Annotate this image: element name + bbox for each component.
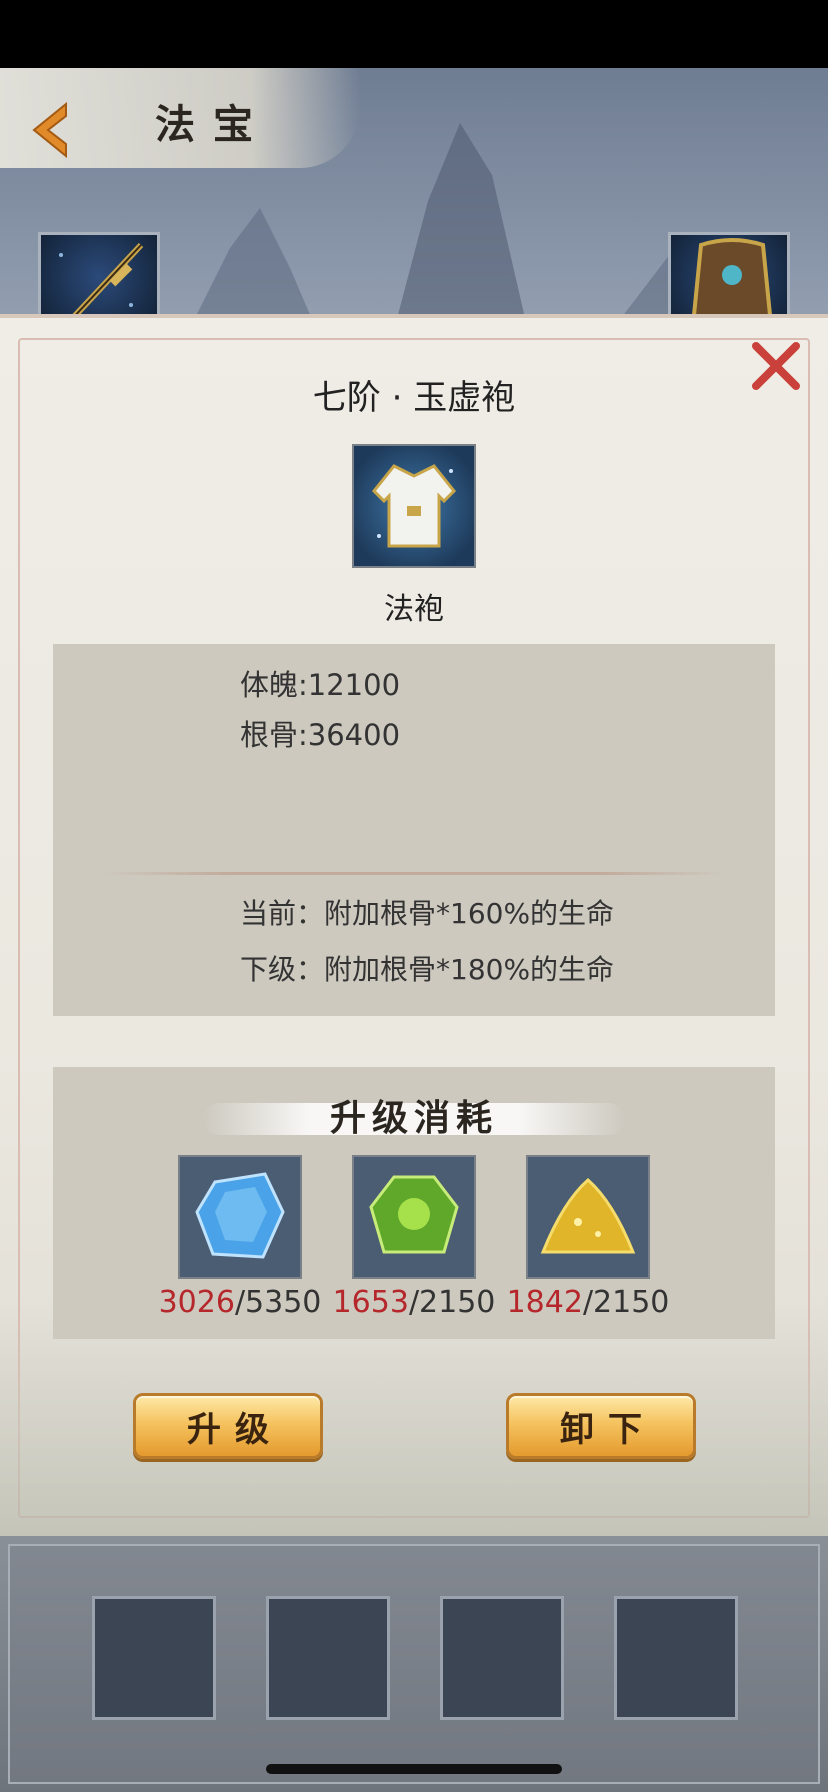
upgrade-cost-box: 升级消耗 3026/5350 1653/2150 1842/2150 bbox=[53, 1067, 775, 1339]
cost-title: 升级消耗 bbox=[329, 1097, 498, 1139]
home-indicator[interactable] bbox=[266, 1764, 562, 1774]
panel-scenery bbox=[0, 1306, 828, 1536]
material-count: 3026/5350 bbox=[140, 1285, 340, 1320]
material-need: /2150 bbox=[408, 1285, 496, 1320]
item-title: 七阶 · 玉虚袍 bbox=[312, 378, 516, 418]
material-have: 1653 bbox=[332, 1285, 409, 1320]
material-need: /5350 bbox=[234, 1285, 322, 1320]
material-slot[interactable] bbox=[352, 1155, 476, 1279]
material-need: /2150 bbox=[582, 1285, 670, 1320]
material-slot[interactable] bbox=[178, 1155, 302, 1279]
equipment-slot-sword[interactable] bbox=[38, 232, 160, 322]
material-have: 3026 bbox=[158, 1285, 235, 1320]
blue-crystal-icon bbox=[195, 1172, 285, 1259]
inventory-slot[interactable] bbox=[614, 1596, 738, 1720]
inventory-area bbox=[0, 1536, 828, 1792]
item-icon-slot[interactable] bbox=[352, 444, 476, 568]
material-slot[interactable] bbox=[526, 1155, 650, 1279]
stat-line: 体魄:12100 bbox=[240, 668, 401, 702]
equipment-slot-shield[interactable] bbox=[668, 232, 790, 322]
sword-icon bbox=[59, 242, 144, 319]
inventory-slot[interactable] bbox=[92, 1596, 216, 1720]
next-effect: 下级：附加根骨*180%的生命 bbox=[240, 953, 615, 986]
divider bbox=[103, 872, 725, 875]
inventory-frame bbox=[8, 1544, 820, 1784]
item-type: 法袍 bbox=[384, 592, 444, 627]
material-count: 1842/2150 bbox=[488, 1285, 688, 1320]
stat-line: 根骨:36400 bbox=[240, 718, 401, 752]
green-gem-icon bbox=[369, 1175, 459, 1254]
unequip-button[interactable]: 卸下 bbox=[506, 1393, 696, 1459]
inventory-slot[interactable] bbox=[266, 1596, 390, 1720]
current-effect: 当前：附加根骨*160%的生命 bbox=[240, 897, 615, 930]
shield-icon bbox=[691, 238, 773, 319]
material-count: 1653/2150 bbox=[314, 1285, 514, 1320]
status-bar bbox=[0, 0, 828, 68]
back-arrow-icon[interactable] bbox=[26, 100, 70, 160]
gold-ore-icon bbox=[540, 1178, 636, 1254]
robe-icon bbox=[371, 464, 457, 548]
inventory-slot[interactable] bbox=[440, 1596, 564, 1720]
stats-box: 体魄:12100 根骨:36400 当前：附加根骨*160%的生命 下级：附加根… bbox=[53, 644, 775, 1016]
material-have: 1842 bbox=[506, 1285, 583, 1320]
page-title: 法宝 bbox=[155, 101, 271, 148]
upgrade-button[interactable]: 升级 bbox=[133, 1393, 323, 1459]
